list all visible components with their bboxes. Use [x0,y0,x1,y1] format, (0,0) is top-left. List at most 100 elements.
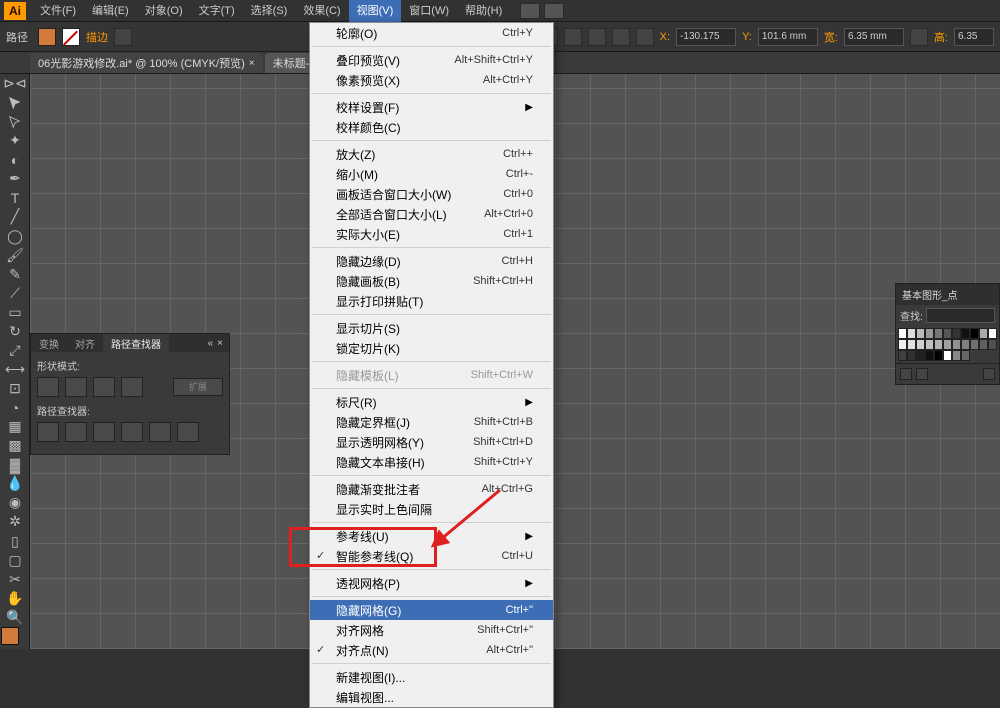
symbol-sprayer-tool[interactable]: ✲ [0,512,30,531]
menu-object[interactable]: 对象(O) [137,0,191,22]
magic-wand-tool[interactable]: ✦ [0,131,30,150]
menu-effect[interactable]: 效果(C) [295,0,348,22]
layout-icon-2[interactable] [544,3,564,19]
exclude-button[interactable] [121,377,143,397]
x-input[interactable] [676,28,736,46]
swatch-item[interactable] [916,339,925,350]
swatch-item[interactable] [916,328,925,339]
layout-icon-1[interactable] [520,3,540,19]
menu-type[interactable]: 文字(T) [191,0,243,22]
mesh-tool[interactable]: ▩ [0,436,30,455]
menu-select[interactable]: 选择(S) [243,0,296,22]
swatch-item[interactable] [988,339,997,350]
swatch-item[interactable] [925,328,934,339]
swatch-item[interactable] [970,328,979,339]
doc-tab-1[interactable]: 06光影游戏修改.ai* @ 100% (CMYK/预览) × [30,53,263,73]
menu-item[interactable]: 对齐点(N)Alt+Ctrl+" [310,640,553,660]
direct-selection-tool[interactable] [0,112,30,131]
menu-item[interactable]: 隐藏定界框(J)Shift+Ctrl+B [310,412,553,432]
pathfinder-tab[interactable]: 路径查找器 [103,334,169,353]
crop-button[interactable] [121,422,143,442]
search-input[interactable] [926,308,995,323]
swatch-item[interactable] [907,328,916,339]
eraser-tool[interactable]: ▭ [0,303,30,322]
menu-item[interactable]: 编辑视图... [310,687,553,707]
menu-item[interactable]: 参考线(U)▶ [310,526,553,546]
swatch-item[interactable] [916,350,925,361]
merge-button[interactable] [93,422,115,442]
menu-item[interactable]: 叠印预览(V)Alt+Shift+Ctrl+Y [310,50,553,70]
menu-item[interactable]: 锁定切片(K) [310,338,553,358]
w-input[interactable] [844,28,904,46]
expand-button[interactable]: 扩展 [173,378,223,396]
swatch-item[interactable] [943,350,952,361]
blob-brush-tool[interactable]: ⟋ [0,284,30,303]
y-input[interactable] [758,28,818,46]
swatch-item[interactable] [907,350,916,361]
menu-item[interactable]: 隐藏文本串接(H)Shift+Ctrl+Y [310,452,553,472]
swatch-item[interactable] [934,328,943,339]
collapse-icon[interactable]: « [208,338,214,349]
divide-button[interactable] [37,422,59,442]
pen-tool[interactable]: ✒ [0,169,30,188]
lasso-tool[interactable]: ◐ [0,150,30,169]
intersect-button[interactable] [93,377,115,397]
trim-button[interactable] [65,422,87,442]
menu-item[interactable]: 校样颜色(C) [310,117,553,137]
menu-file[interactable]: 文件(F) [32,0,84,22]
swatch-item[interactable] [907,339,916,350]
free-transform-tool[interactable]: ⊡ [0,379,30,398]
paintbrush-tool[interactable]: 🖌 [0,246,30,265]
menu-item[interactable]: 显示透明网格(Y)Shift+Ctrl+D [310,432,553,452]
ellipse-tool[interactable]: ◯ [0,227,30,246]
menu-item[interactable]: 显示实时上色间隔 [310,499,553,519]
swatch-item[interactable] [934,350,943,361]
menu-item[interactable]: 隐藏网格(G)Ctrl+" [310,600,553,620]
swatch-item[interactable] [898,328,907,339]
fill-stroke-indicator[interactable] [1,627,29,649]
align-icon[interactable] [588,28,606,46]
menu-item[interactable]: 透视网格(P)▶ [310,573,553,593]
perspective-tool[interactable]: ▦ [0,417,30,436]
style-icon[interactable] [564,28,582,46]
close-icon[interactable]: × [249,58,255,69]
swatch-item[interactable] [934,339,943,350]
swatch-item[interactable] [898,350,907,361]
swatch-item[interactable] [970,339,979,350]
menu-item[interactable]: 标尺(R)▶ [310,392,553,412]
link-wh-icon[interactable] [910,28,928,46]
swatch-item[interactable] [952,339,961,350]
swatch-item[interactable] [925,339,934,350]
menu-item[interactable]: 全部适合窗口大小(L)Alt+Ctrl+0 [310,204,553,224]
menu-help[interactable]: 帮助(H) [457,0,510,22]
fill-swatch[interactable] [38,28,56,46]
transform-icon[interactable] [612,28,630,46]
menu-item[interactable]: 实际大小(E)Ctrl+1 [310,224,553,244]
next-icon[interactable] [916,368,928,380]
menu-view[interactable]: 视图(V) [349,0,402,22]
align-tab[interactable]: 对齐 [67,334,103,353]
swatch-item[interactable] [979,328,988,339]
hand-tool[interactable]: ✋ [0,589,30,608]
menu-item[interactable]: 缩小(M)Ctrl+- [310,164,553,184]
eyedropper-tool[interactable]: 💧 [0,474,30,493]
close-icon[interactable]: × [217,338,223,349]
menu-item[interactable]: 画板适合窗口大小(W)Ctrl+0 [310,184,553,204]
menu-item[interactable]: 轮廓(O)Ctrl+Y [310,23,553,43]
menu-window[interactable]: 窗口(W) [401,0,457,22]
zoom-tool[interactable]: 🔍 [0,608,30,627]
h-input[interactable] [954,28,994,46]
menu-item[interactable]: 智能参考线(Q)Ctrl+U [310,546,553,566]
menu-item[interactable]: 校样设置(F)▶ [310,97,553,117]
blend-tool[interactable]: ◉ [0,493,30,512]
transform-icon-2[interactable] [636,28,654,46]
menu-item[interactable]: 对齐网格Shift+Ctrl+" [310,620,553,640]
line-tool[interactable]: ╱ [0,207,30,226]
artboard-tool[interactable]: ▢ [0,551,30,570]
unite-button[interactable] [37,377,59,397]
type-tool[interactable]: T [0,188,30,207]
swatch-item[interactable] [961,328,970,339]
menu-item[interactable]: 隐藏边缘(D)Ctrl+H [310,251,553,271]
prev-icon[interactable] [900,368,912,380]
menu-item[interactable]: 隐藏画板(B)Shift+Ctrl+H [310,271,553,291]
